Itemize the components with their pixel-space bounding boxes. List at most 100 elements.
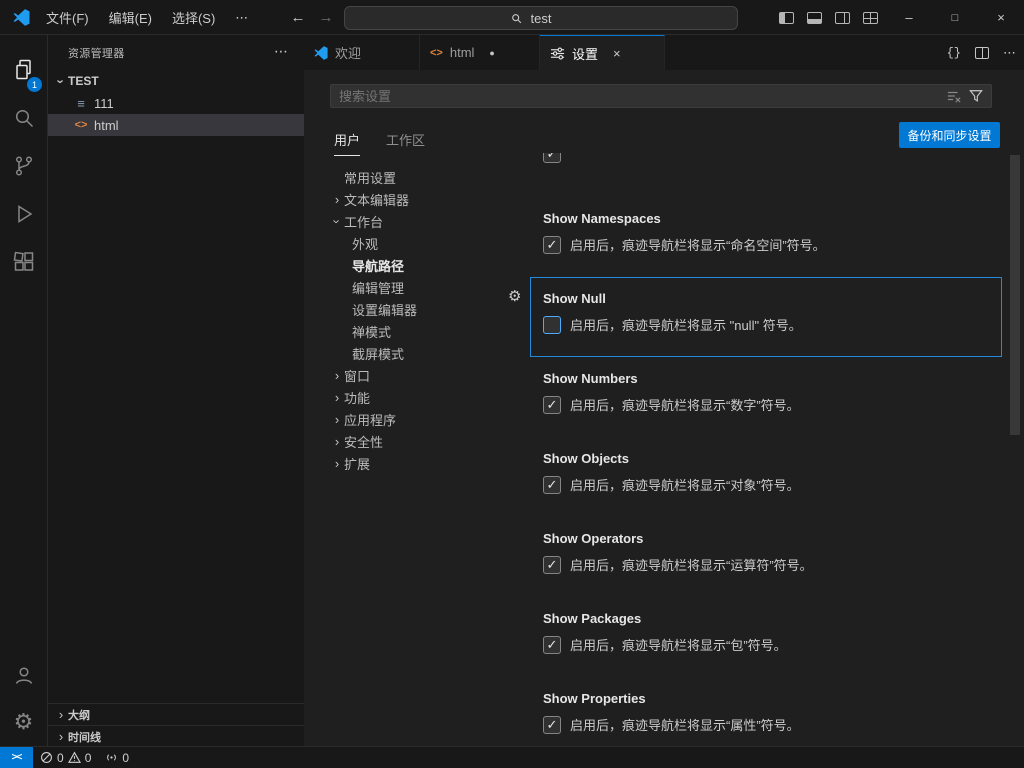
remote-icon: >< <box>12 752 22 763</box>
menu-file[interactable]: 文件(F) <box>36 8 99 27</box>
setting-gear-icon[interactable]: ⚙ <box>508 287 521 305</box>
customize-layout-icon[interactable] <box>863 12 878 24</box>
toc-item-application[interactable]: › 应用程序 <box>330 408 520 430</box>
setting-description: 启用后，痕迹导航栏将显示“包”符号。 <box>570 635 787 654</box>
forward-icon[interactable]: → <box>312 0 340 35</box>
tree-root-test[interactable]: › TEST <box>48 70 304 92</box>
close-button[interactable]: × <box>978 0 1024 35</box>
setting-description: 启用后，痕迹导航栏将显示“运算符”符号。 <box>570 555 813 574</box>
checkbox[interactable]: ✓ <box>543 236 561 254</box>
outline-label: 大纲 <box>68 707 90 723</box>
maximize-button[interactable]: □ <box>932 0 978 35</box>
scope-tab-workspace[interactable]: 工作区 <box>386 123 425 155</box>
toc-item-common[interactable]: 常用设置 <box>330 166 520 188</box>
scope-tab-user[interactable]: 用户 <box>334 123 360 156</box>
html-file-icon: <> <box>430 47 443 59</box>
manage-gear-icon[interactable]: ⚙ <box>0 702 47 742</box>
minimize-button[interactable]: – <box>886 0 932 35</box>
accounts-icon[interactable] <box>0 655 47 695</box>
search-input[interactable] <box>529 10 573 27</box>
split-editor-icon[interactable] <box>975 47 989 59</box>
dirty-dot-icon[interactable]: ● <box>489 48 494 58</box>
setting-show-properties: Show Properties ✓ 启用后，痕迹导航栏将显示“属性”符号。 <box>543 691 1003 734</box>
checkbox[interactable]: ✓ <box>543 476 561 494</box>
file-row-111[interactable]: ≡ 111 <box>48 92 304 114</box>
toc-label: 截屏模式 <box>352 344 404 363</box>
toc-item-appearance[interactable]: 外观 <box>330 232 542 254</box>
toc-label: 扩展 <box>344 454 370 473</box>
scope-label: 用户 <box>334 130 360 149</box>
editor-actions: {} ⋯ <box>947 35 1016 70</box>
error-icon <box>40 751 53 764</box>
toc-item-security[interactable]: › 安全性 <box>330 430 520 452</box>
tab-welcome[interactable]: 欢迎 <box>304 35 420 70</box>
chevron-right-icon: › <box>330 456 344 471</box>
toggle-sidebar-icon[interactable] <box>779 12 794 24</box>
file-row-html[interactable]: <> html <box>48 114 304 136</box>
toggle-secondary-sidebar-icon[interactable] <box>835 12 850 24</box>
chevron-right-icon: › <box>54 707 68 722</box>
toc-label: 编辑管理 <box>352 278 404 297</box>
explorer-badge: 1 <box>27 77 42 92</box>
clear-filters-icon[interactable] <box>947 89 961 103</box>
ports-indicator[interactable]: 0 <box>98 747 136 768</box>
setting-title: Show Operators <box>543 531 1003 549</box>
toc-item-window[interactable]: › 窗口 <box>330 364 520 386</box>
timeline-section[interactable]: › 时间线 <box>48 725 304 747</box>
checkbox[interactable] <box>543 316 561 334</box>
remote-indicator[interactable]: >< <box>0 747 33 768</box>
menu-bar: 文件(F) 编辑(E) 选择(S) ⋯ <box>36 0 258 35</box>
vscode-window: 文件(F) 编辑(E) 选择(S) ⋯ ← → – □ × <box>0 0 1024 768</box>
gear-icon: ⚙ <box>14 711 34 733</box>
command-center-search[interactable] <box>344 6 738 30</box>
sidebar-more-icon[interactable]: ⋯ <box>274 43 288 60</box>
toc-item-features[interactable]: › 功能 <box>330 386 520 408</box>
source-control-icon[interactable] <box>0 146 47 186</box>
vscode-logo-icon <box>13 9 30 26</box>
chevron-right-icon: › <box>330 412 344 427</box>
toc-item-zen-mode[interactable]: 禅模式 <box>330 320 542 342</box>
open-settings-json-icon[interactable]: {} <box>947 46 961 60</box>
menu-more[interactable]: ⋯ <box>225 10 258 26</box>
tab-html[interactable]: <> html ● <box>420 35 540 70</box>
run-debug-icon[interactable] <box>0 194 47 234</box>
clipped-checkbox[interactable]: ✓ <box>543 153 561 165</box>
backup-sync-settings-button[interactable]: 备份和同步设置 <box>899 122 1000 148</box>
settings-search-bar[interactable] <box>330 84 992 108</box>
checkbox[interactable]: ✓ <box>543 636 561 654</box>
settings-search-input[interactable] <box>331 89 947 104</box>
filter-icon[interactable] <box>969 89 983 103</box>
toc-label: 常用设置 <box>344 168 396 187</box>
more-actions-icon[interactable]: ⋯ <box>1003 45 1016 61</box>
toc-item-text-editor[interactable]: › 文本编辑器 <box>330 188 520 210</box>
tab-settings[interactable]: 设置 × <box>540 35 665 70</box>
scrollbar-thumb[interactable] <box>1010 155 1020 435</box>
chevron-down-icon: › <box>330 214 345 228</box>
chevron-right-icon: › <box>330 390 344 405</box>
checkbox[interactable]: ✓ <box>543 556 561 574</box>
toc-item-extensions[interactable]: › 扩展 <box>330 452 520 474</box>
sidebar-title: 资源管理器 <box>48 45 125 61</box>
toc-item-breadcrumbs[interactable]: 导航路径 <box>330 254 542 276</box>
back-icon[interactable]: ← <box>284 0 312 35</box>
toc-label: 窗口 <box>344 366 370 385</box>
search-view-icon[interactable] <box>0 98 47 138</box>
checkbox[interactable]: ✓ <box>543 716 561 734</box>
root-folder-label: TEST <box>68 74 99 88</box>
close-tab-icon[interactable]: × <box>613 46 621 61</box>
tab-label: 欢迎 <box>335 43 361 62</box>
explorer-icon[interactable]: 1 <box>0 50 47 90</box>
menu-selection[interactable]: 选择(S) <box>162 8 225 27</box>
checkbox[interactable]: ✓ <box>543 396 561 414</box>
warning-count: 0 <box>85 751 92 765</box>
toggle-panel-icon[interactable] <box>807 12 822 24</box>
outline-section[interactable]: › 大纲 <box>48 703 304 725</box>
problems-indicator[interactable]: 0 0 <box>33 747 98 768</box>
ports-count: 0 <box>122 751 129 765</box>
toc-label: 导航路径 <box>352 256 404 275</box>
toc-item-workbench[interactable]: › 工作台 <box>330 210 520 232</box>
toc-item-screencast[interactable]: 截屏模式 <box>330 342 542 364</box>
html-file-icon: <> <box>72 119 90 131</box>
menu-edit[interactable]: 编辑(E) <box>99 8 162 27</box>
extensions-icon[interactable] <box>0 242 47 282</box>
